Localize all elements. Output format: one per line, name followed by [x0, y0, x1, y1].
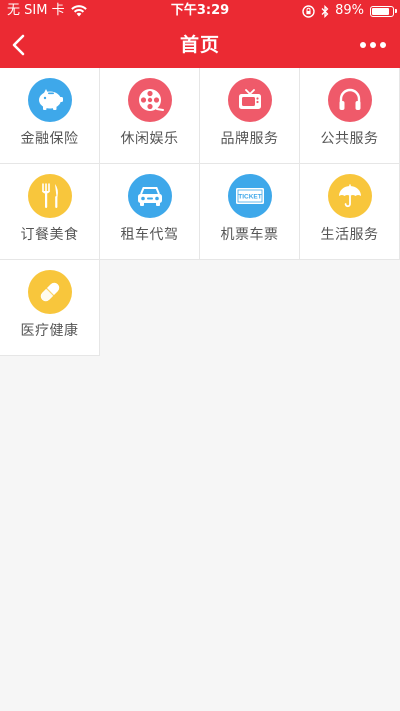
car-icon — [128, 174, 172, 218]
grid-item-label: 公共服务 — [320, 131, 379, 147]
grid-item-dining-food[interactable]: 订餐美食 — [0, 164, 100, 260]
more-options-button[interactable] — [360, 39, 386, 51]
more-dot-icon — [370, 42, 376, 48]
header: 无 SIM 卡 下午3:29 89% 首页 — [0, 0, 400, 68]
grid-item-public-services[interactable]: 公共服务 — [300, 68, 400, 164]
orientation-lock-icon — [302, 4, 315, 18]
status-bar: 无 SIM 卡 下午3:29 89% — [0, 0, 400, 22]
ticket-icon: TICKET — [228, 174, 272, 218]
battery-icon — [370, 5, 397, 17]
battery-percent: 89% — [335, 3, 364, 18]
headphones-icon — [328, 78, 372, 122]
grid-item-label: 租车代驾 — [120, 227, 179, 243]
grid-item-label: 生活服务 — [320, 227, 379, 243]
grid-item-car-rental-driver[interactable]: 租车代驾 — [100, 164, 200, 260]
ticket-icon-text: TICKET — [238, 194, 262, 201]
grid-item-label: 金融保险 — [20, 131, 79, 147]
grid-item-label: 品牌服务 — [220, 131, 279, 147]
bluetooth-icon — [321, 4, 329, 18]
grid-item-label: 机票车票 — [220, 227, 279, 243]
film-reel-icon — [128, 78, 172, 122]
pill-icon — [28, 270, 72, 314]
fork-knife-icon — [28, 174, 72, 218]
screen: 无 SIM 卡 下午3:29 89% 首页 金融保险 休闲娱乐 品牌服务 公共服… — [0, 0, 400, 711]
grid-item-life-services[interactable]: 生活服务 — [300, 164, 400, 260]
grid-item-finance-insurance[interactable]: 金融保险 — [0, 68, 100, 164]
grid-item-leisure-entertainment[interactable]: 休闲娱乐 — [100, 68, 200, 164]
more-dot-icon — [360, 42, 366, 48]
more-dot-icon — [380, 42, 386, 48]
battery-level — [372, 7, 389, 15]
grid-item-brand-services[interactable]: 品牌服务 — [200, 68, 300, 164]
status-right: 89% — [302, 0, 397, 22]
grid-item-medical-health[interactable]: 医疗健康 — [0, 260, 100, 356]
nav-bar: 首页 — [0, 22, 400, 68]
umbrella-icon — [328, 174, 372, 218]
grid-item-air-rail-tickets[interactable]: TICKET 机票车票 — [200, 164, 300, 260]
tv-icon — [228, 78, 272, 122]
grid-item-label: 医疗健康 — [20, 323, 79, 339]
piggy-bank-icon — [28, 78, 72, 122]
grid-item-label: 订餐美食 — [20, 227, 79, 243]
page-title: 首页 — [179, 34, 220, 56]
grid-item-label: 休闲娱乐 — [120, 131, 179, 147]
